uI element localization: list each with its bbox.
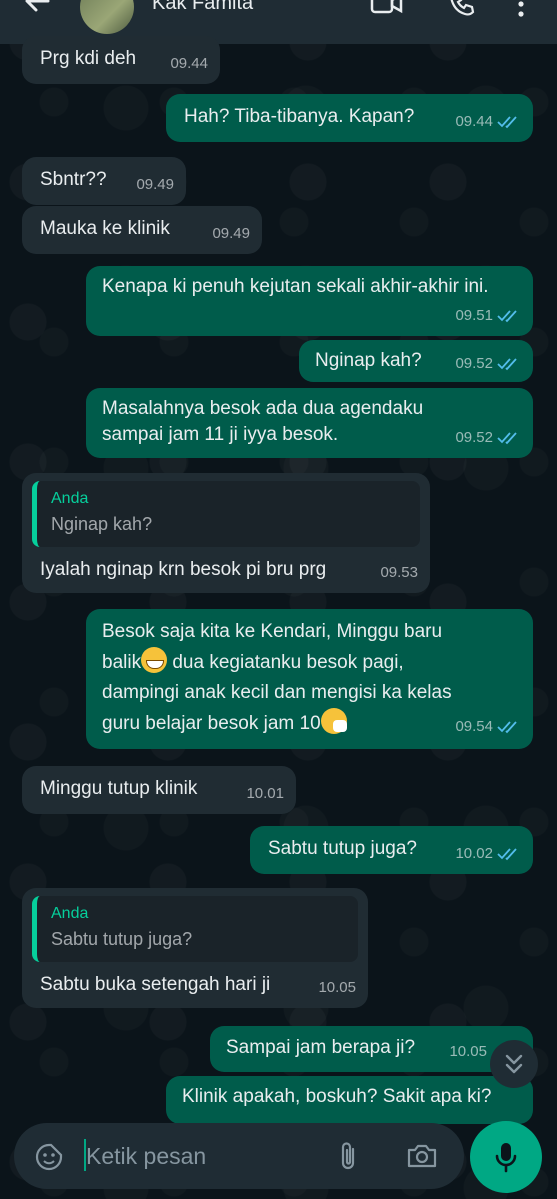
message-text-line: balik dua kegiatanku besok pagi, [102, 647, 517, 678]
contact-avatar[interactable] [80, 0, 134, 34]
grinning-emoji-icon [141, 647, 168, 673]
message-time: 09.44 [170, 55, 208, 72]
message-outgoing[interactable]: Kenapa ki penuh kejutan sekali akhir-akh… [86, 266, 533, 336]
quote-author: Anda [51, 490, 89, 507]
message-incoming[interactable]: Sbntr?? 09.49 [22, 157, 186, 205]
sticker-icon[interactable] [34, 1142, 64, 1177]
message-text: Kenapa ki penuh kejutan sekali akhir-akh… [102, 276, 489, 297]
voice-record-button[interactable] [470, 1121, 542, 1193]
quoted-message[interactable]: Anda Sabtu tutup juga? [32, 896, 358, 962]
camera-icon[interactable] [406, 1143, 438, 1174]
mic-icon [495, 1143, 517, 1173]
message-text: Iyalah nginap krn besok pi bru prg [40, 559, 327, 580]
message-time: 10.01 [246, 785, 284, 802]
phone-icon[interactable] [448, 0, 476, 23]
message-time: 10.05 [449, 1043, 487, 1060]
message-text: Sabtu buka setengah hari ji [40, 974, 271, 995]
read-receipt-icon [497, 721, 517, 734]
message-time: 10.05 [318, 979, 356, 996]
message-time: 09.52 [455, 351, 521, 377]
back-arrow-icon[interactable] [22, 0, 52, 21]
message-input[interactable]: Ketik pesan [86, 1143, 206, 1170]
message-incoming[interactable]: Prg kdi deh 09.44 [22, 36, 220, 84]
message-outgoing[interactable]: Nginap kah? 09.52 [299, 340, 533, 382]
message-time: 09.49 [136, 176, 174, 193]
message-text: Masalahnya besok ada dua agendaku [102, 398, 424, 419]
menu-dots-icon[interactable] [516, 0, 526, 23]
message-outgoing[interactable]: Klinik apakah, boskuh? Sakit apa ki? [166, 1076, 533, 1124]
read-receipt-icon [497, 358, 517, 371]
sneezing-emoji-icon [320, 708, 347, 734]
message-outgoing[interactable]: Masalahnya besok ada dua agendaku sampai… [86, 388, 533, 458]
read-receipt-icon [497, 432, 517, 445]
read-receipt-icon [497, 310, 517, 323]
message-input-bar: Ketik pesan [14, 1123, 464, 1189]
attach-icon[interactable] [336, 1141, 360, 1178]
quote-text: Sabtu tutup juga? [51, 929, 193, 949]
message-outgoing[interactable]: Hah? Tiba-tibanya. Kapan? 09.44 [166, 94, 533, 142]
message-time: 09.51 [455, 303, 521, 329]
quote-author: Anda [51, 905, 89, 922]
scroll-to-bottom-button[interactable] [490, 1040, 538, 1088]
message-time: 09.44 [455, 109, 521, 135]
quote-text: Nginap kah? [51, 514, 153, 534]
message-time: 09.54 [455, 712, 521, 742]
contact-name[interactable]: Kak Famita [152, 0, 253, 15]
message-outgoing[interactable]: Besok saja kita ke Kendari, Minggu baru … [86, 609, 533, 749]
message-text: Minggu tutup klinik [40, 778, 198, 799]
message-time: 10.02 [455, 841, 521, 867]
quoted-message[interactable]: Anda Nginap kah? [32, 481, 420, 547]
message-incoming[interactable]: Minggu tutup klinik 10.01 [22, 766, 296, 814]
message-text: Besok saja kita ke Kendari, Minggu baru [102, 621, 443, 642]
read-receipt-icon [497, 116, 517, 129]
message-text: Klinik apakah, boskuh? Sakit apa ki? [182, 1086, 492, 1107]
message-text: dampingi anak kecil dan mengisi ka kelas [102, 682, 452, 703]
video-call-icon[interactable] [370, 0, 404, 21]
message-incoming[interactable]: Mauka ke klinik 09.49 [22, 206, 262, 254]
chevron-double-down-icon [505, 1054, 523, 1074]
message-outgoing[interactable]: Sampai jam berapa ji? 10.05 [210, 1026, 533, 1072]
message-time: 09.53 [380, 564, 418, 581]
message-time: 09.49 [212, 225, 250, 242]
read-receipt-icon [497, 848, 517, 861]
message-time: 09.52 [455, 425, 521, 451]
message-incoming-reply[interactable]: Anda Nginap kah? Iyalah nginap krn besok… [22, 473, 430, 593]
message-incoming-reply[interactable]: Anda Sabtu tutup juga? Sabtu buka seteng… [22, 888, 368, 1008]
message-outgoing[interactable]: Sabtu tutup juga? 10.02 [250, 826, 533, 874]
